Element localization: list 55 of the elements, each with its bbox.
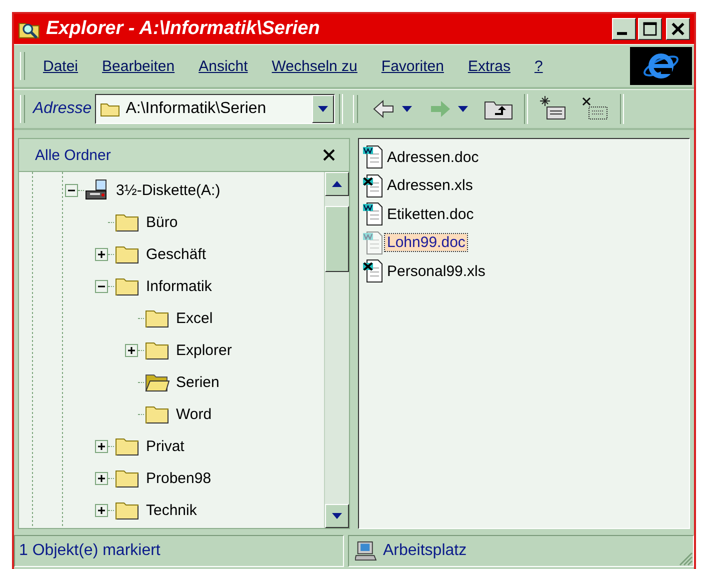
tree-item[interactable]: Word [176, 406, 212, 422]
address-label: Adresse [33, 100, 92, 118]
expand-icon[interactable] [125, 344, 138, 356]
tree-item[interactable]: Informatik [146, 278, 212, 294]
dropdown-button[interactable] [312, 95, 334, 123]
collapse-icon[interactable] [95, 280, 108, 292]
window-title: Explorer - A:\Informatik\Serien [46, 18, 321, 40]
pane-title: Alle Ordner [35, 146, 111, 164]
scroll-thumb[interactable] [325, 206, 349, 272]
menu-item[interactable]: ? [534, 58, 543, 74]
close-icon[interactable] [321, 147, 337, 163]
status-text: 1 Objekt(e) markiert [14, 535, 344, 567]
tree-item[interactable]: Serien [176, 374, 220, 390]
up-arrow-icon [332, 181, 342, 187]
expand-icon[interactable] [95, 248, 108, 260]
menu-item[interactable]: Datei [43, 58, 78, 74]
scroll-down-button[interactable] [325, 504, 349, 528]
computer-icon [355, 541, 377, 561]
file-item[interactable]: Etiketten.doc [385, 206, 476, 223]
menu-item[interactable]: Favoriten [381, 58, 444, 74]
menu-item[interactable]: Wechseln zu [272, 58, 358, 74]
file-item[interactable]: Lohn99.doc [385, 234, 468, 252]
close-button[interactable] [666, 18, 690, 40]
browser-logo [630, 47, 692, 85]
tree-item[interactable]: Privat [146, 438, 184, 454]
tree-item[interactable]: Explorer [176, 342, 232, 358]
caret-icon [318, 106, 328, 112]
file-item[interactable]: Adressen.xls [385, 177, 475, 194]
address-field[interactable]: A:\Informatik\Serien [94, 94, 335, 124]
menu-item[interactable]: Bearbeiten [102, 58, 175, 74]
tree-item[interactable]: Excel [176, 310, 213, 326]
expand-icon[interactable] [95, 440, 108, 452]
folder-icon [100, 101, 120, 117]
close-icon [669, 21, 687, 37]
file-item[interactable]: Adressen.doc [385, 148, 481, 166]
scrollbar[interactable] [324, 172, 349, 528]
scroll-up-button[interactable] [325, 172, 349, 196]
tree-item[interactable]: Büro [146, 214, 178, 230]
file-item[interactable]: Personal99.xls [385, 262, 488, 280]
down-arrow-icon [332, 513, 342, 519]
menu-item[interactable]: Ansicht [198, 58, 248, 74]
maximize-button[interactable] [638, 18, 662, 40]
menu-item[interactable]: Extras [468, 58, 510, 74]
expand-icon[interactable] [95, 472, 108, 484]
minimize-button[interactable] [612, 18, 636, 40]
minimize-icon [617, 32, 627, 35]
tree-item[interactable]: 3½-Diskette(A:) [116, 182, 220, 198]
tree-item[interactable]: Technik [146, 502, 197, 518]
expand-icon[interactable] [95, 504, 108, 516]
zone-text: Arbeitsplatz [383, 542, 468, 560]
tree-item[interactable]: Proben98 [146, 470, 212, 486]
tree-item[interactable]: Geschäft [146, 246, 206, 262]
resize-grip-icon[interactable] [679, 552, 693, 566]
maximize-icon [641, 21, 659, 37]
collapse-icon[interactable] [65, 184, 78, 196]
